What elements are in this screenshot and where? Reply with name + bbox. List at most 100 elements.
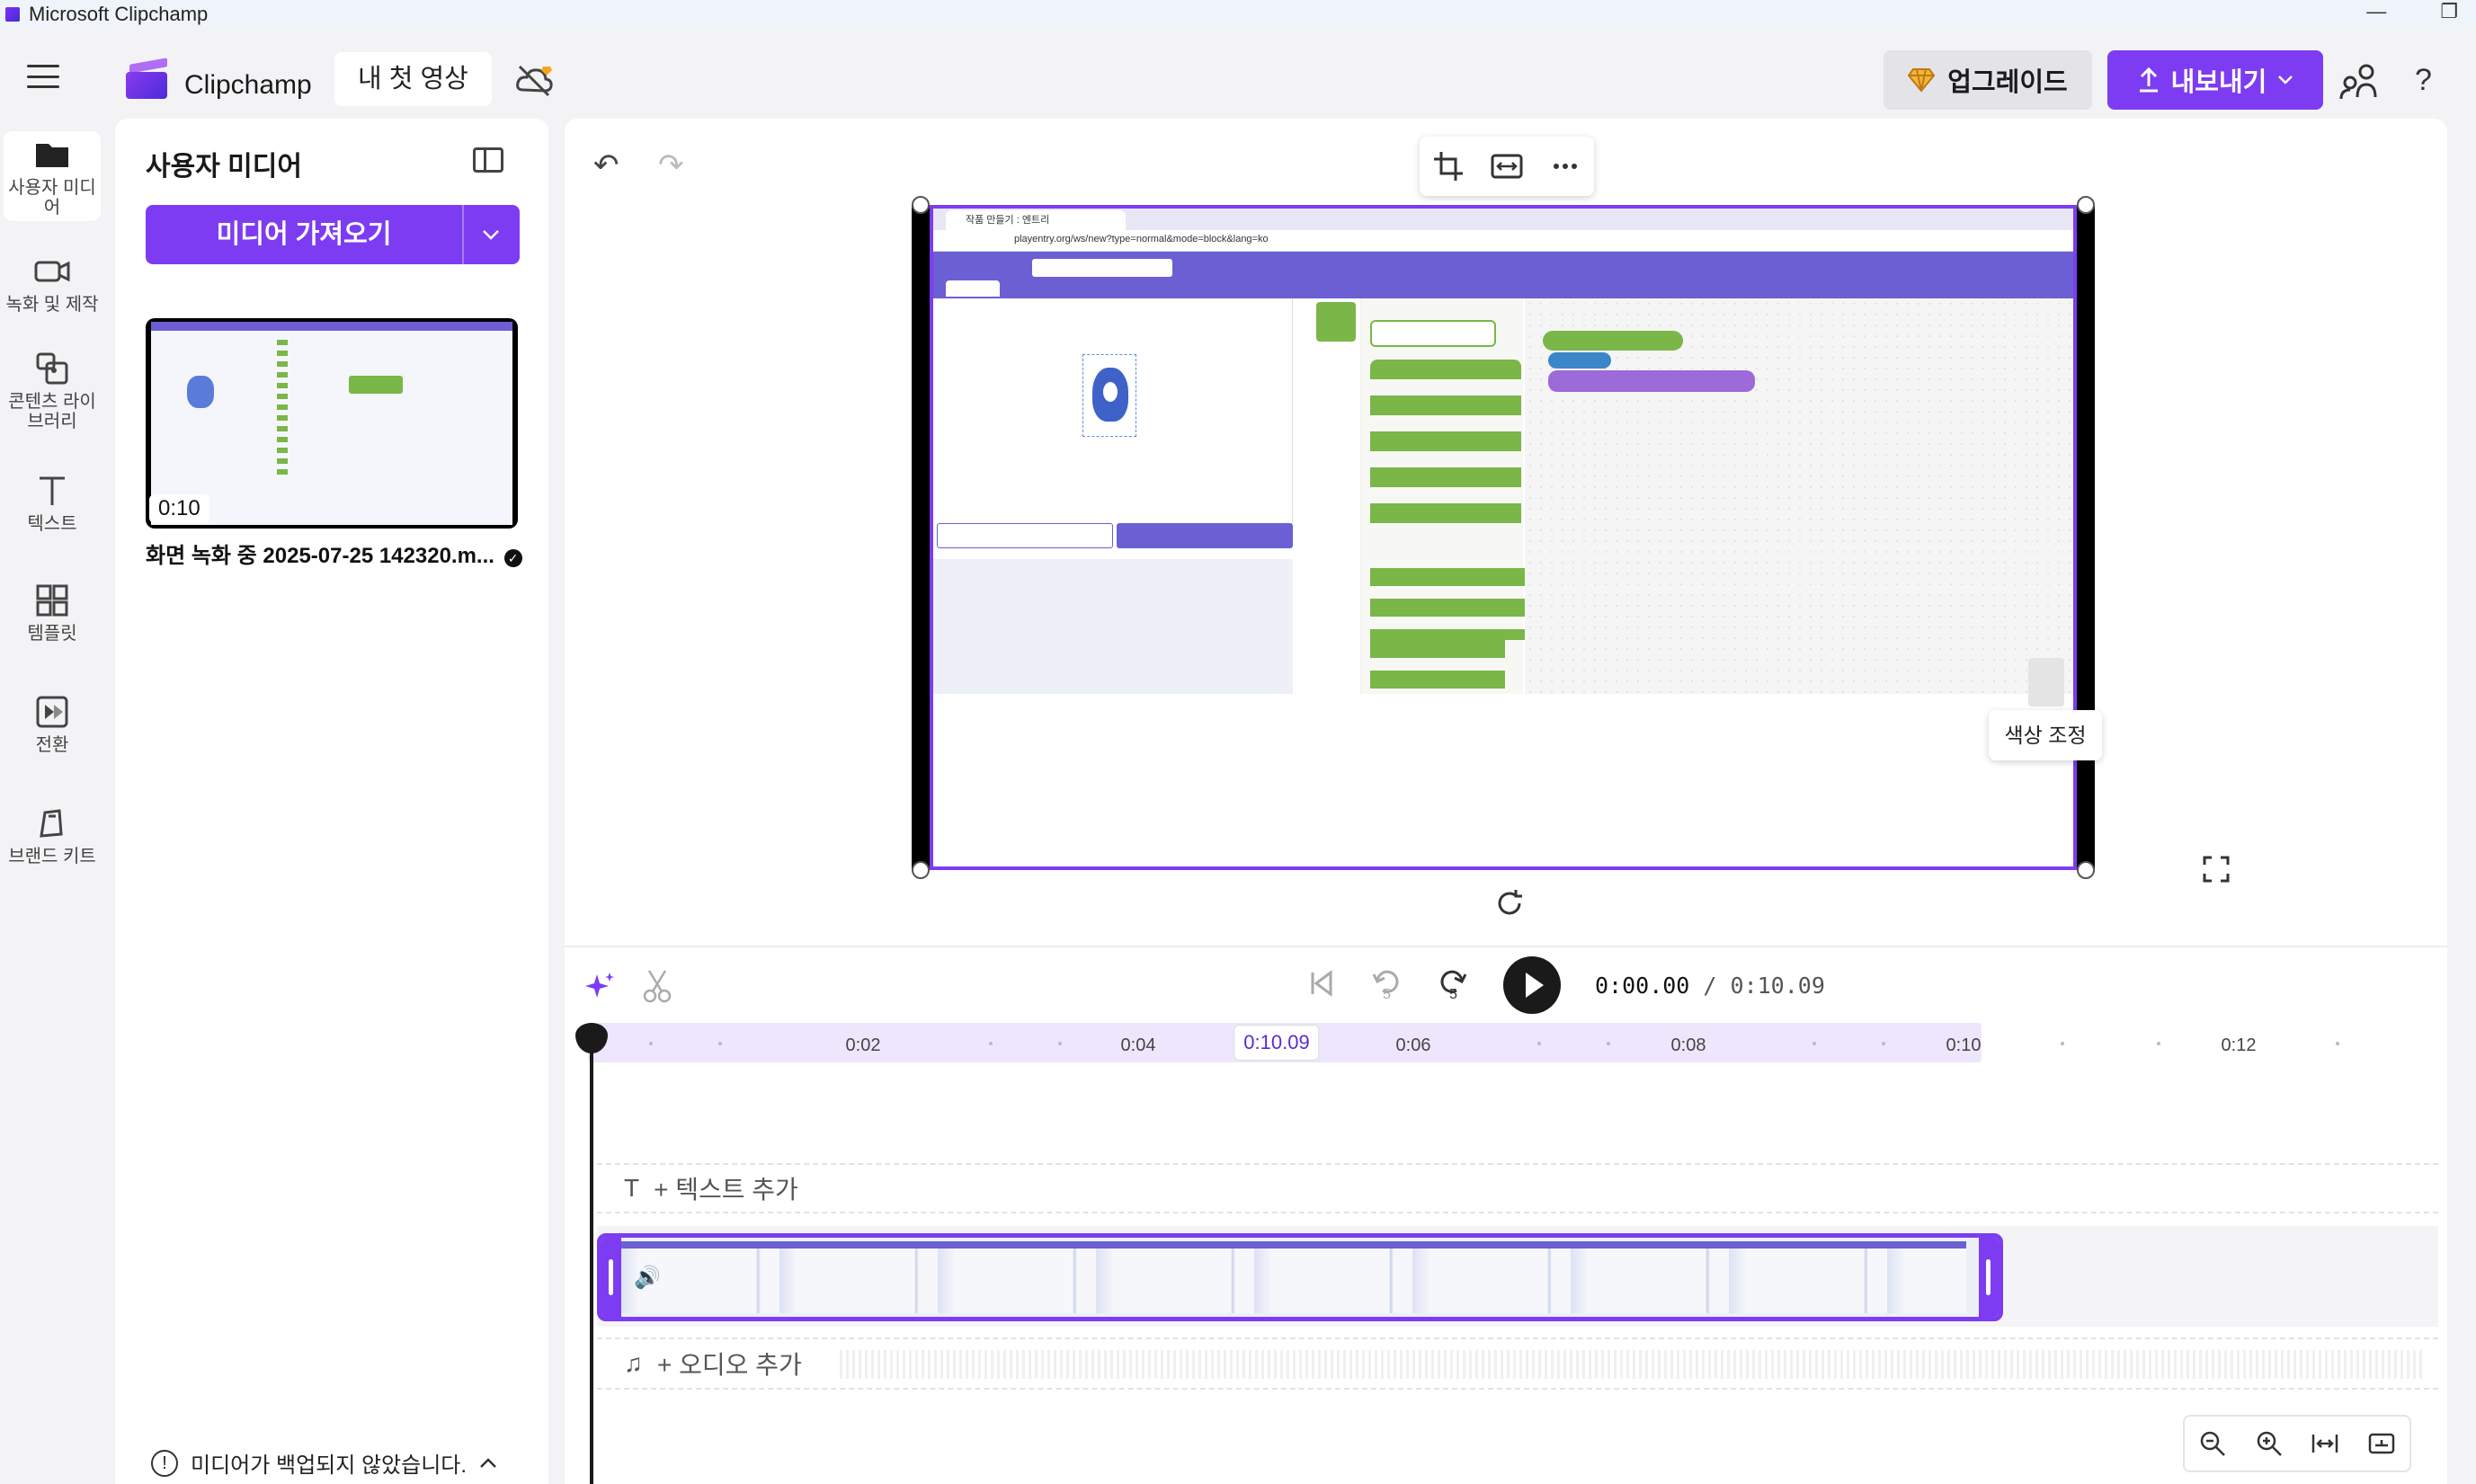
rail-item-templates[interactable]: 템플릿 [4, 582, 101, 644]
clip-trim-handle-right[interactable] [1979, 1238, 1999, 1317]
music-note-icon: ♫ [624, 1349, 643, 1377]
expand-timeline-icon[interactable] [2367, 1429, 2396, 1458]
upgrade-label: 업그레이드 [1947, 68, 2068, 97]
rail-label: 녹화 및 제작 [5, 295, 99, 315]
timeline: 5 5 0:00.00 / 0:10.09 0:02 0:04 0:10.09 … [565, 946, 2447, 1484]
audio-track[interactable]: ♫ + 오디오 추가 [597, 1337, 2438, 1390]
library-icon [32, 351, 72, 387]
rail-item-transitions[interactable]: 전환 [4, 694, 101, 755]
rail-item-text[interactable]: 텍스트 [4, 473, 101, 534]
text-icon: T [624, 1174, 640, 1202]
volume-icon[interactable]: 🔊 [634, 1265, 661, 1291]
play-button[interactable] [1503, 956, 1561, 1014]
entry-block-palette [1361, 298, 1541, 694]
media-panel-title: 사용자 미디어 [146, 152, 302, 182]
project-name-field[interactable]: 내 첫 영상 [334, 52, 492, 106]
sparkle-icon[interactable] [584, 971, 615, 1001]
brand-kit-icon [32, 805, 72, 841]
cloud-off-icon[interactable] [514, 63, 556, 99]
fit-icon[interactable] [1489, 148, 1525, 184]
rail-label: 전환 [35, 735, 69, 755]
media-item-name-text: 화면 녹화 중 2025-07-25 142320.m... [146, 544, 494, 568]
ruler-tick: 0:10 [1946, 1035, 1982, 1055]
fullscreen-icon[interactable] [2203, 856, 2230, 883]
fit-timeline-icon[interactable] [2311, 1429, 2339, 1458]
brand-name: Clipchamp [184, 70, 312, 100]
resize-handle[interactable] [912, 196, 930, 214]
zoom-out-icon[interactable] [2198, 1429, 2227, 1458]
minimize-button[interactable]: — [2366, 0, 2386, 23]
maximize-button[interactable]: ❐ [2440, 0, 2458, 23]
entry-block-categories [1311, 298, 1361, 694]
import-media-button[interactable]: 미디어 가져오기 [146, 205, 520, 264]
collapse-panel-icon[interactable] [473, 147, 503, 173]
upgrade-button[interactable]: 업그레이드 [1884, 50, 2092, 110]
info-icon: ! [151, 1449, 178, 1477]
window-titlebar: Microsoft Clipchamp — ❐ [0, 0, 2476, 29]
resize-handle[interactable] [2077, 196, 2095, 214]
resize-handle[interactable] [912, 861, 930, 879]
video-preview[interactable]: 작품 만들기 : 엔트리 playentry.org/ws/new?type=n… [912, 196, 2095, 879]
ruler-tick: 0:12 [2221, 1035, 2257, 1055]
ruler-tick: 0:04 [1120, 1035, 1156, 1055]
current-time: 0:00.00 [1595, 972, 1690, 999]
backup-warning-text: 미디어가 백업되지 않았습니다. [191, 1453, 468, 1478]
color-adjust-tooltip[interactable]: 색상 조정 [1989, 710, 2102, 760]
transitions-icon [32, 694, 72, 730]
video-track: 🔊 [597, 1226, 2438, 1327]
entry-script-area [1525, 298, 2073, 706]
menu-icon[interactable] [27, 65, 59, 88]
timeline-ruler[interactable]: 0:02 0:04 0:10.09 0:06 0:08 0:10 0:12 [588, 1023, 2422, 1062]
zoom-controls [2183, 1415, 2411, 1472]
app-icon [5, 7, 20, 22]
help-icon[interactable]: ? [2415, 63, 2432, 98]
more-options-icon[interactable] [1547, 148, 1583, 184]
ruler-tick: 0:02 [845, 1035, 881, 1055]
upload-icon [2139, 67, 2158, 93]
zoom-in-icon[interactable] [2255, 1429, 2284, 1458]
window-controls: — ❐ [2366, 0, 2476, 23]
crop-icon[interactable] [1430, 148, 1466, 184]
resize-handle[interactable] [2077, 861, 2095, 879]
preview-screen-recording: 작품 만들기 : 엔트리 playentry.org/ws/new?type=n… [930, 205, 2077, 870]
export-button[interactable]: 내보내기 [2107, 50, 2323, 110]
clip-trim-handle-left[interactable] [601, 1238, 621, 1317]
rail-item-record[interactable]: 녹화 및 제작 [4, 253, 101, 315]
browser-address-bar: playentry.org/ws/new?type=normal&mode=bl… [933, 230, 2073, 252]
forward-5-icon[interactable]: 5 [1437, 967, 1469, 1003]
chevron-down-icon[interactable] [462, 205, 520, 264]
media-item-thumbnail[interactable]: 0:10 [146, 318, 518, 529]
media-duration: 0:10 [149, 494, 209, 523]
video-clip[interactable]: 🔊 [597, 1233, 2003, 1321]
media-panel: 사용자 미디어 미디어 가져오기 0:10 화면 녹화 중 2025-07-25… [115, 119, 548, 1484]
playback-controls: 5 5 0:00.00 / 0:10.09 [1307, 956, 1825, 1014]
left-rail: 사용자 미디어 녹화 및 제작 콘텐츠 라이브러리 텍스트 템플릿 전환 브랜드… [0, 129, 110, 1484]
rewind-seconds: 5 [1383, 987, 1391, 1002]
rail-item-my-media[interactable]: 사용자 미디어 [4, 131, 101, 221]
skip-to-start-icon[interactable] [1307, 969, 1336, 1002]
rail-item-content-library[interactable]: 콘텐츠 라이브러리 [4, 351, 101, 431]
rail-label: 브랜드 키트 [8, 847, 96, 866]
share-icon[interactable] [2339, 61, 2379, 101]
add-text-label: + 텍스트 추가 [654, 1176, 798, 1204]
playhead[interactable] [575, 1023, 608, 1484]
rail-item-brand-kit[interactable]: 브랜드 키트 [4, 805, 101, 866]
camera-icon [32, 253, 72, 289]
scissors-icon[interactable] [642, 969, 672, 1003]
media-item-name: 화면 녹화 중 2025-07-25 142320.m... ✓ [146, 538, 522, 569]
undo-icon[interactable]: ↶ [593, 147, 619, 183]
rotate-icon[interactable] [1494, 888, 1525, 919]
app-header: Clipchamp 내 첫 영상 업그레이드 내보내기 ? [0, 29, 2476, 129]
redo-icon[interactable]: ↷ [658, 147, 684, 183]
rewind-5-icon[interactable]: 5 [1370, 967, 1403, 1003]
sprite-selection [1082, 354, 1136, 437]
chevron-down-icon [2278, 76, 2293, 84]
time-readout: 0:00.00 / 0:10.09 [1595, 973, 1825, 999]
backup-warning[interactable]: ! 미디어가 백업되지 않았습니다. [151, 1447, 497, 1479]
playhead-time-label: 0:10.09 [1234, 1025, 1320, 1061]
browser-tab-bar: 작품 만들기 : 엔트리 [933, 209, 2073, 230]
text-track[interactable]: T + 텍스트 추가 [597, 1163, 2438, 1213]
diamond-icon [1908, 68, 1936, 93]
rail-label: 사용자 미디어 [8, 178, 96, 218]
entry-object-panel [933, 559, 1293, 694]
